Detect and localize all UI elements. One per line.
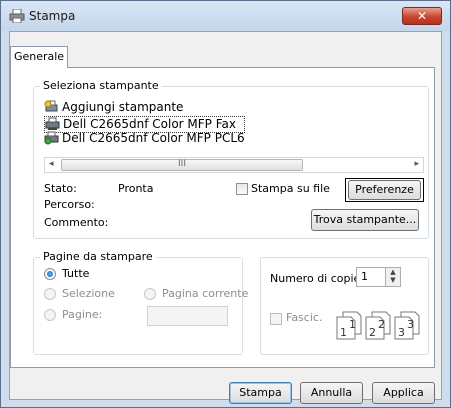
list-item-pcl6-printer[interactable]: Dell C2665dnf Color MFP PCL6 [44,131,245,146]
radio-selection[interactable] [44,288,56,300]
fax-printer-icon [45,117,60,130]
status-value: Pronta [118,182,154,195]
print-to-file-checkbox[interactable] [236,183,248,195]
copies-stepper[interactable]: ▲ ▼ [385,267,401,287]
collate-icon: 11 22 33 [336,311,420,340]
radio-selection-label[interactable]: Selezione [62,287,115,300]
radio-all-label[interactable]: Tutte [62,267,89,280]
status-label: Stato: [44,182,77,195]
list-item-label: Aggiungi stampante [62,100,184,114]
copies-input[interactable]: 1 [356,267,386,287]
print-to-file-label[interactable]: Stampa su file [251,182,330,195]
cancel-button[interactable]: Annulla [300,382,363,404]
scrollbar-thumb[interactable]: III [61,159,303,171]
scroll-right-icon[interactable]: ▸ [414,159,419,169]
list-item-label: Dell C2665dnf Color MFP PCL6 [62,131,245,145]
collate-checkbox[interactable] [270,313,282,325]
radio-current-page[interactable] [144,288,156,300]
list-item-add-printer[interactable]: Aggiungi stampante [44,100,183,115]
svg-text:2: 2 [369,326,376,339]
printer-icon [9,9,25,23]
printer-group-legend: Seleziona stampante [40,79,162,92]
radio-all-pages[interactable] [44,268,56,280]
svg-text:3: 3 [407,318,414,331]
comment-label: Commento: [44,216,109,229]
print-button[interactable]: Stampa [229,382,292,404]
chevron-up-icon[interactable]: ▲ [386,268,400,276]
tab-generale[interactable]: Generale [10,46,68,68]
preferences-button[interactable]: Preferenze [348,180,421,200]
apply-button[interactable]: Applica [372,382,435,404]
radio-current-page-label[interactable]: Pagina corrente [162,287,248,300]
svg-text:1: 1 [340,326,347,339]
radio-pages-label[interactable]: Pagine: [62,308,102,321]
add-printer-icon [44,100,58,112]
collate-label[interactable]: Fascic. [286,311,322,324]
default-printer-icon [44,131,59,145]
radio-pages[interactable] [44,309,56,321]
svg-text:2: 2 [378,318,385,331]
pages-range-input[interactable] [147,306,228,326]
chevron-down-icon[interactable]: ▼ [386,276,400,284]
copies-label: Numero di copie: [270,272,365,285]
list-item-label: Dell C2665dnf Color MFP Fax [63,117,236,131]
path-label: Percorso: [44,198,95,211]
title-bar[interactable]: Stampa ✕ [1,1,450,31]
copies-value: 1 [361,270,368,283]
printer-list[interactable]: Aggiungi stampante Dell C2665dnf Color M… [44,94,424,152]
scroll-left-icon[interactable]: ◂ [49,159,54,169]
svg-text:1: 1 [349,318,356,331]
svg-text:3: 3 [398,326,405,339]
find-printer-button[interactable]: Trova stampante... [311,209,419,231]
window-title: Stampa [29,9,76,23]
printer-list-scrollbar[interactable]: ◂ III ▸ [44,157,424,173]
close-button[interactable]: ✕ [402,7,442,25]
pages-group-legend: Pagine da stampare [40,250,156,263]
